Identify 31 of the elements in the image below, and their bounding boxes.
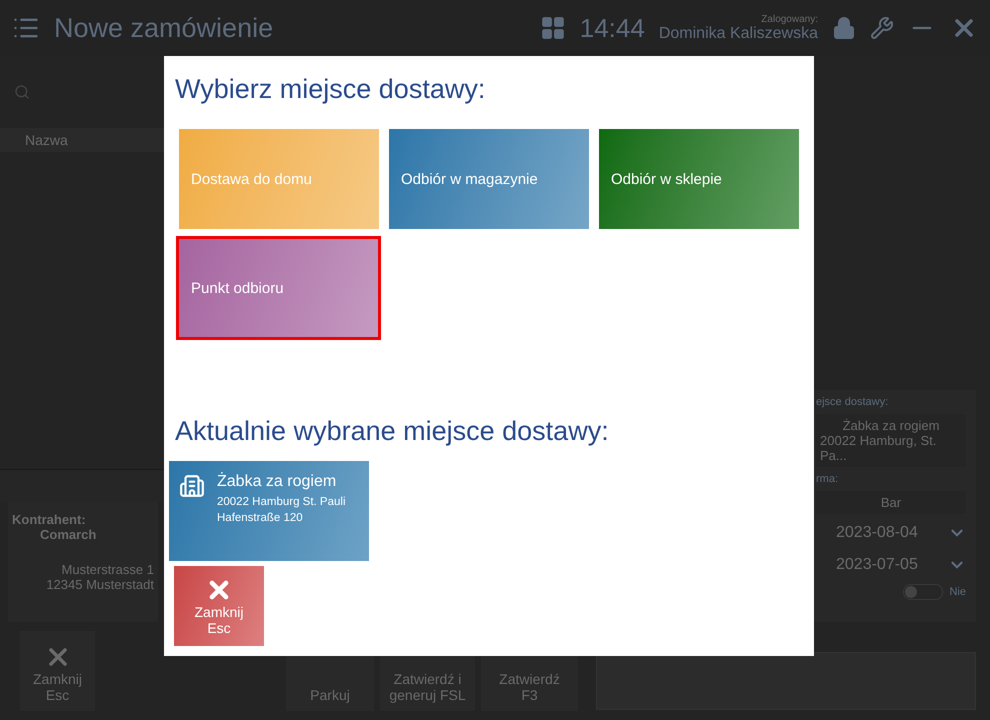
- customer-address: 12345 Musterstadt: [45, 577, 154, 592]
- building-icon: [179, 473, 205, 499]
- clock-time: 14:44: [580, 12, 645, 44]
- delivery-option-tile[interactable]: Odbiór w sklepie: [599, 129, 799, 229]
- section-title: Aktualnie wybrane miejsce dostawy:: [175, 416, 610, 447]
- toggle-switch[interactable]: [903, 584, 944, 600]
- customer-name: Comarch: [39, 527, 98, 542]
- delivery-option-tile[interactable]: Odbiór w magazynie: [389, 129, 589, 229]
- date-value: 2023-07-05: [836, 556, 918, 574]
- delivery-label: ejsce dostawy:: [816, 396, 890, 408]
- page-title: Nowe zamówienie: [54, 12, 274, 44]
- date-value: 2023-08-04: [836, 524, 918, 542]
- customer-address: Musterstrasse 1: [60, 562, 154, 577]
- delivery-option-tile[interactable]: Dostawa do domu: [179, 129, 379, 229]
- selected-location-tile[interactable]: Żabka za rogiem 20022 Hamburg St. Pauli Hafenstraße 120: [169, 461, 369, 561]
- toggle-label: Nie: [949, 586, 966, 598]
- location-address: Hafenstraße 120: [217, 511, 304, 526]
- lock-icon[interactable]: [832, 16, 856, 40]
- payment-label: rma:: [816, 473, 839, 485]
- location-address: 20022 Hamburg St. Pauli: [217, 495, 346, 510]
- customer-label: Kontrahent:: [12, 512, 87, 527]
- user-name: Dominika Kaliszewska: [658, 24, 818, 42]
- search-icon[interactable]: [14, 84, 30, 100]
- dialog-title: Wybierz miejsce dostawy:: [175, 74, 486, 105]
- grid-icon[interactable]: [540, 15, 566, 41]
- user-label: Zalogowany:: [761, 14, 818, 24]
- tools-icon[interactable]: [870, 16, 894, 40]
- delivery-option-tile[interactable]: Punkt odbioru: [176, 236, 381, 340]
- close-button[interactable]: Zamknij Esc: [20, 631, 95, 711]
- close-button[interactable]: Zamknij Esc: [174, 566, 264, 646]
- location-name: Żabka za rogiem: [217, 473, 338, 491]
